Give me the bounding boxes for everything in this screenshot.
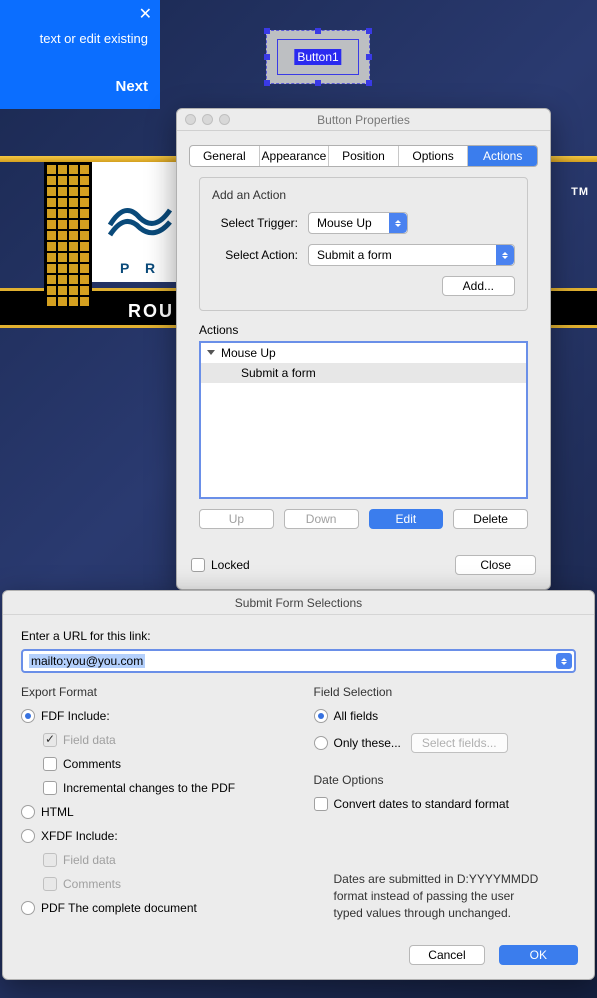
window-zoom-icon[interactable]: [219, 114, 230, 125]
resize-handle[interactable]: [315, 80, 321, 86]
close-button[interactable]: Close: [455, 555, 536, 575]
date-note: Dates are submitted in D:YYYYMMDD format…: [314, 871, 577, 921]
xfdf-field-data-checkbox: Field data: [43, 853, 284, 867]
tab-bar: General Appearance Position Options Acti…: [189, 145, 538, 167]
tab-general[interactable]: General: [190, 146, 260, 166]
locked-label: Locked: [211, 558, 250, 572]
down-button[interactable]: Down: [284, 509, 359, 529]
chevron-updown-icon: [496, 245, 514, 265]
resize-handle[interactable]: [264, 28, 270, 34]
url-input[interactable]: mailto:you@you.com: [21, 649, 576, 673]
fdf-comments-checkbox[interactable]: Comments: [43, 757, 284, 771]
actions-list[interactable]: Mouse Up Submit a form: [199, 341, 528, 499]
action-tree-action[interactable]: Submit a form: [201, 363, 526, 383]
tab-actions[interactable]: Actions: [468, 146, 537, 166]
fdf-incremental-checkbox[interactable]: Incremental changes to the PDF: [43, 781, 284, 795]
dialog-titlebar[interactable]: Button Properties: [177, 109, 550, 131]
radio-icon: [21, 901, 35, 915]
window-minimize-icon[interactable]: [202, 114, 213, 125]
action-value: Submit a form: [317, 248, 392, 262]
delete-button[interactable]: Delete: [453, 509, 528, 529]
checkbox-icon: [43, 733, 57, 747]
tm-label: TM: [571, 186, 589, 198]
submit-form-dialog: Submit Form Selections Enter a URL for t…: [2, 590, 595, 980]
edit-button[interactable]: Edit: [369, 509, 444, 529]
radio-icon: [21, 829, 35, 843]
only-these-radio[interactable]: Only these...: [314, 736, 401, 750]
resize-handle[interactable]: [366, 28, 372, 34]
export-format-title: Export Format: [21, 685, 284, 699]
xfdf-radio[interactable]: XFDF Include:: [21, 829, 284, 843]
cancel-button[interactable]: Cancel: [409, 945, 484, 965]
chevron-updown-icon: [389, 213, 407, 233]
radio-icon: [314, 736, 328, 750]
chevron-updown-icon: [556, 653, 572, 669]
dialog-title: Submit Form Selections: [3, 591, 594, 615]
resize-handle[interactable]: [264, 80, 270, 86]
resize-handle[interactable]: [264, 54, 270, 60]
resize-handle[interactable]: [315, 28, 321, 34]
checkbox-icon: [314, 797, 328, 811]
fdf-radio[interactable]: FDF Include:: [21, 709, 284, 723]
all-fields-radio[interactable]: All fields: [314, 709, 577, 723]
action-tree-trigger[interactable]: Mouse Up: [201, 343, 526, 363]
gold-grid-icon: [44, 162, 92, 330]
tooltip-message: text or edit existing: [4, 30, 148, 48]
fdf-field-data-checkbox[interactable]: Field data: [43, 733, 284, 747]
checkbox-icon: [43, 853, 57, 867]
logo-text: P R: [120, 260, 161, 276]
button-field-label: Button1: [294, 49, 341, 65]
checkbox-icon: [43, 781, 57, 795]
select-fields-button: Select fields...: [411, 733, 508, 753]
checkbox-icon: [43, 877, 57, 891]
date-options-title: Date Options: [314, 773, 577, 787]
tab-appearance[interactable]: Appearance: [260, 146, 330, 166]
convert-dates-checkbox[interactable]: Convert dates to standard format: [314, 797, 577, 811]
url-value: mailto:you@you.com: [29, 654, 145, 668]
trigger-select[interactable]: Mouse Up: [308, 212, 408, 234]
tab-position[interactable]: Position: [329, 146, 399, 166]
action-label: Select Action:: [212, 248, 298, 262]
trigger-label: Select Trigger:: [212, 216, 298, 230]
radio-icon: [21, 709, 35, 723]
tab-options[interactable]: Options: [399, 146, 469, 166]
up-button[interactable]: Up: [199, 509, 274, 529]
add-button[interactable]: Add...: [442, 276, 515, 296]
trigger-value: Mouse Up: [317, 216, 372, 230]
window-close-icon[interactable]: [185, 114, 196, 125]
field-selection-title: Field Selection: [314, 685, 577, 699]
resize-handle[interactable]: [366, 54, 372, 60]
radio-icon: [21, 805, 35, 819]
url-label: Enter a URL for this link:: [21, 629, 576, 643]
form-button-field[interactable]: Button1: [266, 30, 370, 84]
add-action-title: Add an Action: [212, 188, 515, 202]
pdf-radio[interactable]: PDF The complete document: [21, 901, 284, 915]
tooltip-next-button[interactable]: Next: [4, 78, 148, 95]
checkbox-icon: [191, 558, 205, 572]
xfdf-comments-checkbox: Comments: [43, 877, 284, 891]
resize-handle[interactable]: [366, 80, 372, 86]
button-properties-dialog: Button Properties General Appearance Pos…: [176, 108, 551, 590]
ok-button[interactable]: OK: [499, 945, 578, 965]
actions-list-title: Actions: [199, 323, 528, 337]
html-radio[interactable]: HTML: [21, 805, 284, 819]
locked-checkbox[interactable]: Locked: [191, 558, 250, 572]
add-action-panel: Add an Action Select Trigger: Mouse Up S…: [199, 177, 528, 311]
close-icon[interactable]: ✕: [139, 4, 152, 24]
action-select[interactable]: Submit a form: [308, 244, 515, 266]
wave-logo-icon: [105, 190, 175, 240]
radio-icon: [314, 709, 328, 723]
checkbox-icon: [43, 757, 57, 771]
dialog-title: Button Properties: [317, 113, 410, 127]
help-tooltip: ✕ text or edit existing Next: [0, 0, 160, 109]
